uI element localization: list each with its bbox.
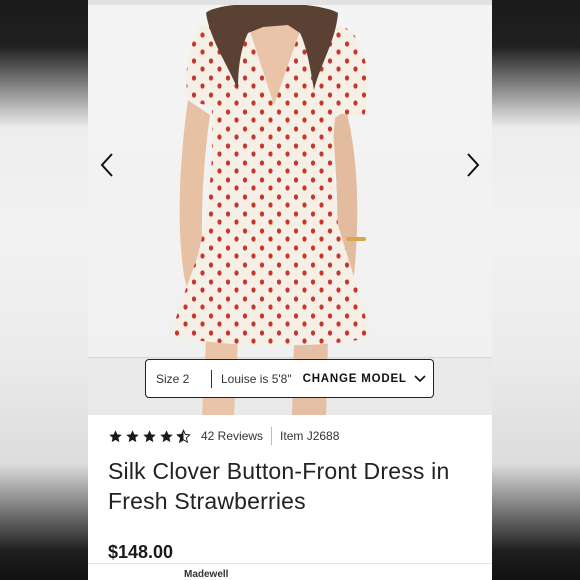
prev-image-button[interactable] [96, 150, 120, 180]
product-title: Silk Clover Button-Front Dress in Fresh … [108, 458, 450, 514]
star-icon [143, 429, 156, 442]
chevron-down-icon [414, 374, 426, 382]
model-height-label: Louise is 5'8" [221, 371, 292, 386]
bottom-strip [88, 563, 492, 580]
item-number: Item J2688 [280, 429, 340, 443]
model-info-bar: Size 2 Louise is 5'8" CHANGE MODEL [145, 359, 434, 398]
blurred-background-left [0, 0, 88, 580]
change-model-button[interactable]: CHANGE MODEL [303, 373, 426, 385]
reviews-link[interactable]: 42 Reviews [201, 429, 263, 443]
divider [271, 427, 273, 445]
star-icon [126, 429, 139, 442]
half-star-icon [176, 428, 191, 443]
product-price: $148.00 [108, 542, 174, 562]
rating-row: 42 Reviews Item J2688 [108, 425, 339, 447]
star-icon [109, 429, 122, 442]
star-rating[interactable] [108, 428, 191, 444]
divider [211, 369, 212, 388]
chevron-left-icon [100, 153, 113, 177]
star-icon [160, 429, 173, 442]
change-model-label: CHANGE MODEL [302, 372, 407, 385]
model-photo [172, 5, 370, 415]
brand-snippet: Madewell [184, 569, 229, 580]
blurred-background-right [492, 0, 580, 580]
model-size-label: Size 2 [156, 371, 190, 386]
chevron-right-icon [467, 153, 480, 177]
next-image-button[interactable] [460, 150, 484, 180]
product-image-gallery[interactable]: Size 2 Louise is 5'8" CHANGE MODEL [88, 5, 492, 415]
product-page: Size 2 Louise is 5'8" CHANGE MODEL 42 Re… [88, 0, 492, 580]
